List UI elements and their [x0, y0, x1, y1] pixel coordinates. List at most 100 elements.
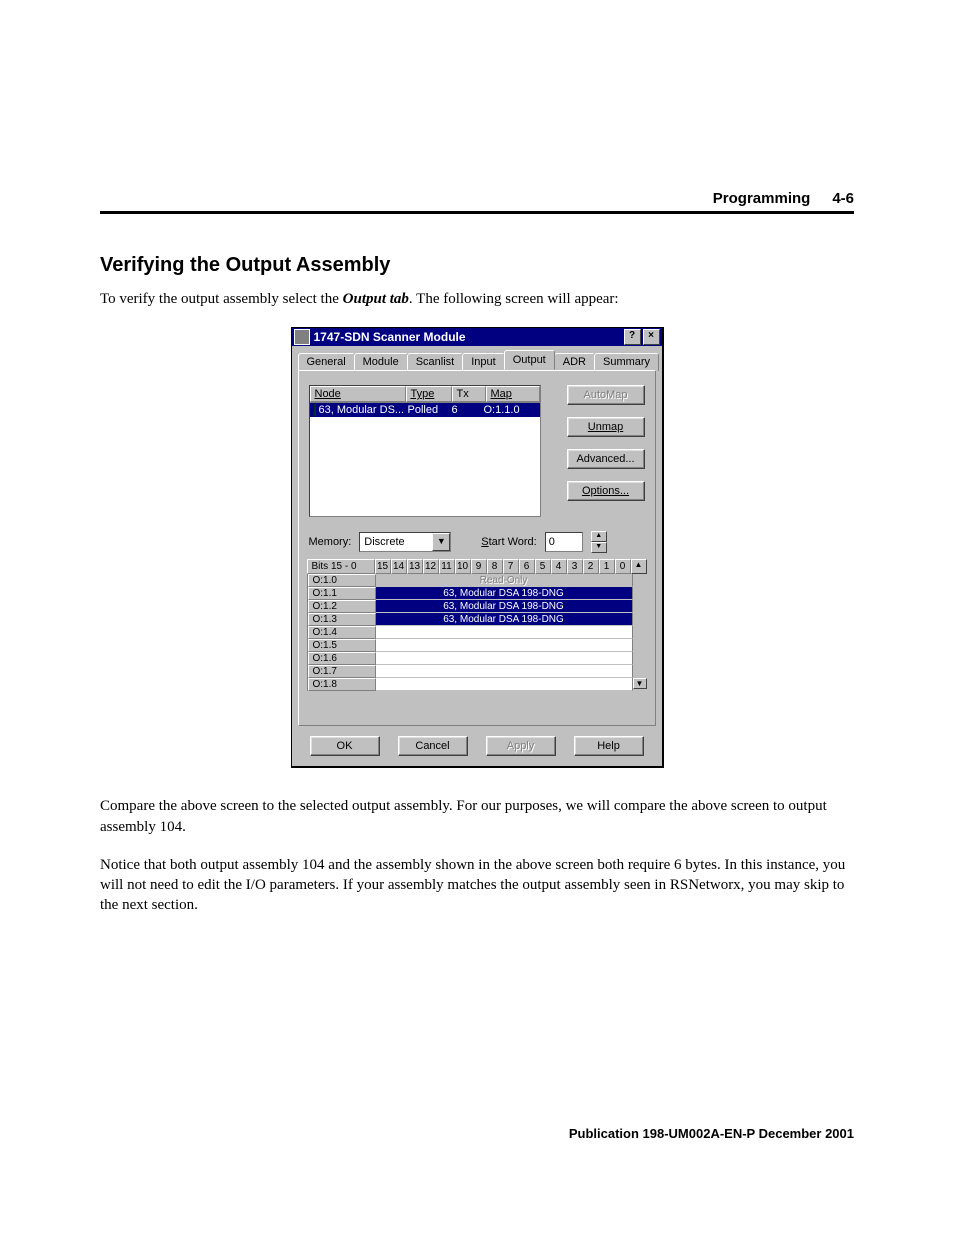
bit-row-data: 63, Modular DSA 198-DNG [376, 600, 633, 613]
scroll-track[interactable] [633, 665, 647, 678]
col-map[interactable]: Map [486, 386, 540, 402]
header-rule [100, 211, 854, 214]
memory-label: Memory: [309, 536, 352, 548]
startword-label: Start Word: [481, 536, 536, 548]
close-button[interactable]: × [643, 329, 660, 345]
memory-value: Discrete [360, 536, 432, 548]
bit-row[interactable]: O:1.0Read-Only [308, 574, 647, 587]
bit-row[interactable]: O:1.263, Modular DSA 198-DNG [308, 600, 647, 613]
spin-down-icon[interactable]: ▼ [591, 542, 607, 553]
node-map: O:1.1.0 [480, 403, 540, 417]
help-button[interactable]: ? [624, 329, 641, 345]
tab-scanlist[interactable]: Scanlist [407, 353, 464, 371]
bit-row-data [376, 626, 633, 639]
tab-input[interactable]: Input [462, 353, 504, 371]
bitcol-13: 13 [407, 559, 423, 574]
node-type: Polled [404, 403, 448, 417]
bit-row-data [376, 652, 633, 665]
bit-row-label: O:1.2 [308, 600, 376, 613]
header-section: Programming [713, 190, 811, 207]
bit-row-label: O:1.5 [308, 639, 376, 652]
tab-output[interactable]: Output [504, 350, 555, 370]
bit-row-label: O:1.7 [308, 665, 376, 678]
bitcol-7: 7 [503, 559, 519, 574]
ok-button[interactable]: OK [310, 736, 380, 756]
bit-row[interactable]: O:1.4 [308, 626, 647, 639]
node-icon [314, 404, 316, 416]
col-node[interactable]: Node [310, 386, 406, 402]
node-name: 63, Modular DS... [319, 404, 404, 416]
bitcol-5: 5 [535, 559, 551, 574]
bit-row[interactable]: O:1.8 ▼ [308, 678, 647, 691]
tab-summary[interactable]: Summary [594, 353, 659, 371]
tab-module[interactable]: Module [354, 353, 408, 371]
apply-button[interactable]: Apply [486, 736, 556, 756]
dialog-title: 1747-SDN Scanner Module [314, 330, 622, 344]
bits-label: Bits 15 - 0 [307, 559, 375, 574]
help-button-bottom[interactable]: Help [574, 736, 644, 756]
bit-row-label: O:1.8 [308, 678, 376, 691]
bit-row-data [376, 678, 633, 691]
bitcol-9: 9 [471, 559, 487, 574]
bit-row-data [376, 639, 633, 652]
scroll-track[interactable] [633, 639, 647, 652]
bitcol-8: 8 [487, 559, 503, 574]
bit-table: Bits 15 - 0 15 14 13 12 11 10 9 8 7 6 [307, 559, 647, 691]
bitcol-2: 2 [583, 559, 599, 574]
tab-general[interactable]: General [298, 353, 355, 371]
memory-combo[interactable]: Discrete ▼ [359, 532, 451, 552]
bit-row[interactable]: O:1.163, Modular DSA 198-DNG [308, 587, 647, 600]
bit-row[interactable]: O:1.7 [308, 665, 647, 678]
section-title: Verifying the Output Assembly [100, 254, 854, 277]
scroll-track[interactable] [633, 587, 647, 600]
scroll-up-icon[interactable]: ▲ [631, 559, 647, 574]
advanced-button[interactable]: Advanced... [567, 449, 645, 469]
automap-button[interactable]: AutoMap [567, 385, 645, 405]
bitcol-12: 12 [423, 559, 439, 574]
intro-paragraph: To verify the output assembly select the… [100, 289, 854, 309]
scroll-track[interactable] [633, 652, 647, 665]
scanner-module-dialog: 1747-SDN Scanner Module ? × General Modu… [291, 327, 664, 768]
paragraph-3: Notice that both output assembly 104 and… [100, 855, 854, 916]
bit-row-label: O:1.4 [308, 626, 376, 639]
bit-row-label: O:1.6 [308, 652, 376, 665]
node-list[interactable]: Node Type Tx Map 63, Modular DS... Polle… [309, 385, 541, 517]
tabstrip: General Module Scanlist Input Output ADR… [298, 350, 656, 370]
bitcol-6: 6 [519, 559, 535, 574]
scroll-track[interactable] [633, 613, 647, 626]
col-tx[interactable]: Tx [452, 386, 486, 402]
bit-row-data: 63, Modular DSA 198-DNG [376, 587, 633, 600]
bitcol-3: 3 [567, 559, 583, 574]
options-button[interactable]: Options... [567, 481, 645, 501]
cancel-button[interactable]: Cancel [398, 736, 468, 756]
bitcol-11: 11 [439, 559, 455, 574]
scroll-track[interactable] [633, 600, 647, 613]
scroll-track[interactable] [633, 626, 647, 639]
node-row[interactable]: 63, Modular DS... Polled 6 O:1.1.0 [310, 403, 540, 417]
col-type[interactable]: Type [406, 386, 452, 402]
bitcol-10: 10 [455, 559, 471, 574]
intro-pre: To verify the output assembly select the [100, 291, 343, 307]
unmap-button[interactable]: Unmap [567, 417, 645, 437]
startword-input[interactable]: 0 [545, 532, 583, 552]
scroll-track[interactable] [633, 574, 647, 587]
scroll-down-icon[interactable]: ▼ [633, 678, 647, 689]
spin-up-icon[interactable]: ▲ [591, 531, 607, 542]
scroll-track[interactable]: ▼ [633, 678, 647, 691]
bit-row[interactable]: O:1.5 [308, 639, 647, 652]
intro-post: . The following screen will appear: [409, 291, 619, 307]
paragraph-2: Compare the above screen to the selected… [100, 796, 854, 837]
bitcol-1: 1 [599, 559, 615, 574]
bit-row[interactable]: O:1.363, Modular DSA 198-DNG [308, 613, 647, 626]
bit-row[interactable]: O:1.6 [308, 652, 647, 665]
tab-adr[interactable]: ADR [554, 353, 595, 371]
footer: Publication 198-UM002A-EN-P December 200… [100, 1126, 854, 1141]
chevron-down-icon[interactable]: ▼ [432, 533, 450, 551]
bitcol-15: 15 [375, 559, 391, 574]
bit-row-label: O:1.3 [308, 613, 376, 626]
bitcol-4: 4 [551, 559, 567, 574]
bit-row-label: O:1.1 [308, 587, 376, 600]
bit-row-data [376, 665, 633, 678]
bit-row-data: 63, Modular DSA 198-DNG [376, 613, 633, 626]
node-tx: 6 [448, 403, 480, 417]
